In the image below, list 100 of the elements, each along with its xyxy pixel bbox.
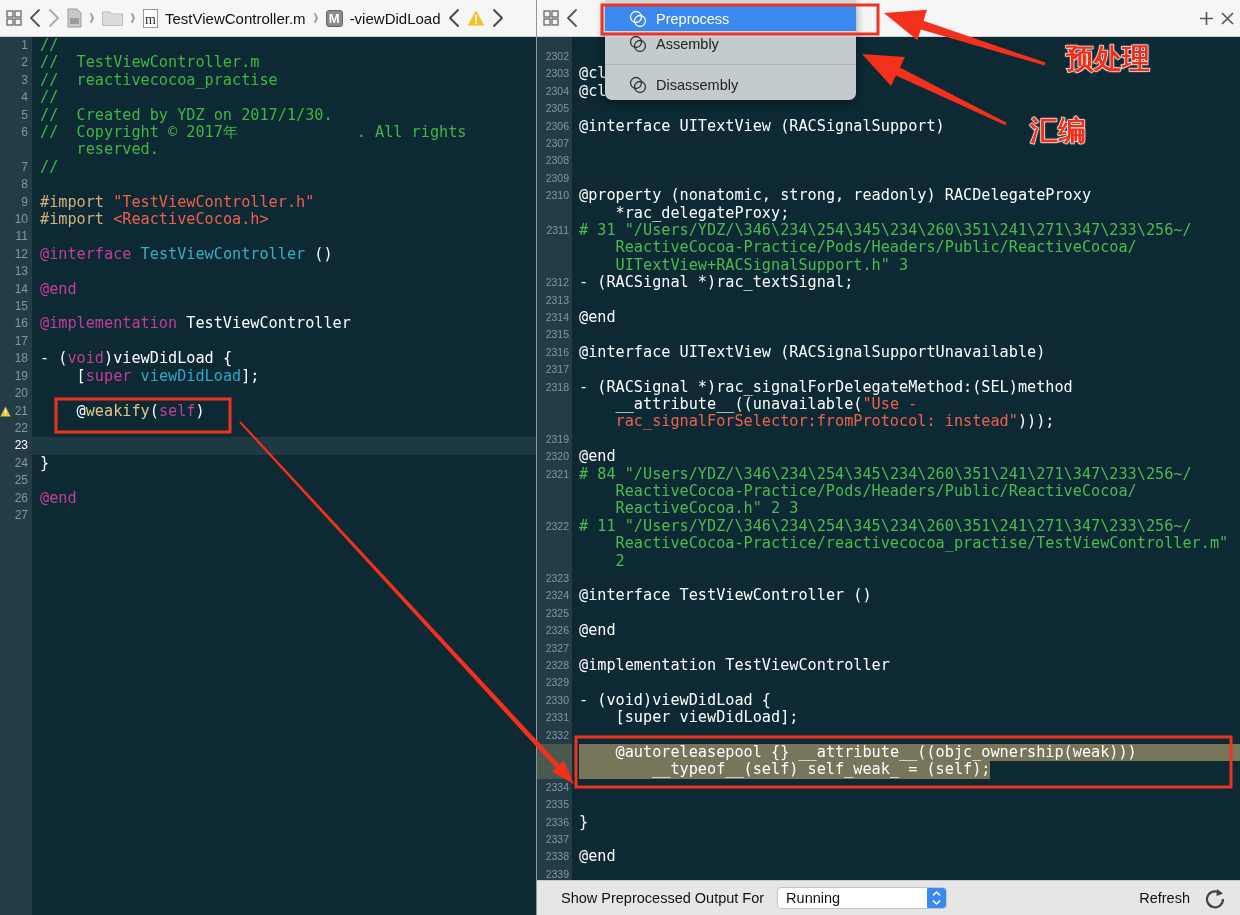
line-number: 2321 <box>545 466 569 482</box>
code-line: @implementation TestViewController <box>40 315 351 333</box>
line-number: 2324 <box>545 588 569 604</box>
line-number: 10 <box>14 211 28 229</box>
line-number: 2308 <box>545 153 569 169</box>
line-number: 2339 <box>545 866 569 880</box>
line-number: 2326 <box>545 623 569 639</box>
line-number: 18 <box>14 350 28 368</box>
code-line: ReactiveCocoa-Practice/Pods/Headers/Public/ReactiveCocoa/ <box>614 483 1137 501</box>
line-number: 2325 <box>545 605 569 621</box>
target-popup[interactable]: Running <box>777 887 948 909</box>
line-number: 24 <box>14 454 28 472</box>
code-line: # 11 "/Users/YDZ/\346\234\254\345\234\260\351\241\271\347\233\256~/ <box>579 517 1192 536</box>
line-number: 2332 <box>545 727 569 743</box>
line-number: 2307 <box>545 136 569 152</box>
code-line: #import <ReactiveCocoa.h> <box>40 211 269 229</box>
code-line: rac_signalForSelector:fromProtocol: instead"))); <box>614 413 1055 431</box>
code-line: - (void)viewDidLoad { <box>579 691 772 710</box>
file-icon[interactable]: m <box>143 8 158 28</box>
annotation-label: 预处理 <box>1066 41 1150 77</box>
code-line: @end <box>579 848 616 866</box>
line-number: 2335 <box>545 797 569 813</box>
code-line: # 84 "/Users/YDZ/\346\234\254\345\234\260\351\241\271\347\233\256~/ <box>579 465 1192 483</box>
menu-item[interactable]: Assembly <box>605 31 856 56</box>
line-number: 2304 <box>545 83 569 99</box>
line-number: 2302 <box>545 49 569 64</box>
line-number: 2310 <box>545 188 569 204</box>
line-number: 2328 <box>545 658 569 673</box>
code-line: } <box>40 454 50 473</box>
code-line: ReactiveCocoa-Practice/reactivecocoa_practise/TestViewController.m" <box>614 535 1229 553</box>
line-number: 2327 <box>545 640 569 656</box>
line-number: 25 <box>14 472 28 490</box>
code-line: @interface TestViewController () <box>579 587 872 605</box>
code-line: @end <box>579 622 616 640</box>
line-number: 2338 <box>545 849 569 865</box>
menu-item[interactable]: Preprocess <box>605 6 856 31</box>
line-number: 19 <box>14 367 28 385</box>
code-line: // <box>40 89 59 107</box>
code-line: *rac_delegateProxy; <box>614 204 790 223</box>
line-number: 2323 <box>545 570 569 586</box>
line-number: 27 <box>14 506 28 524</box>
code-line: [super viewDidLoad]; <box>614 709 799 727</box>
line-number: 13 <box>14 263 28 281</box>
code-line: reserved. <box>75 141 159 159</box>
code-line: @weakify(self) <box>75 402 205 420</box>
jump-bar-item[interactable]: -viewDidLoad <box>349 9 441 27</box>
code-line: } <box>579 813 589 831</box>
line-number: 2312 <box>545 275 569 291</box>
code-line: @property (nonatomic, strong, readonly) RACDelegateProxy <box>579 187 1092 205</box>
line-number: 2315 <box>545 327 569 343</box>
line-number: 2320 <box>545 449 569 465</box>
jump-bar-item[interactable]: TestViewController.m <box>165 9 306 27</box>
line-number: 2319 <box>545 431 569 447</box>
code-line: 2 <box>614 552 625 570</box>
line-number: 16 <box>14 315 28 333</box>
line-number: 6 <box>21 124 28 142</box>
menu-item[interactable]: Disassembly <box>605 72 856 97</box>
line-number: 2318 <box>545 379 569 395</box>
line-number: 2316 <box>545 344 569 360</box>
refresh-button[interactable]: Refresh <box>1139 890 1190 906</box>
line-number: 2311 <box>546 223 569 239</box>
line-number: 7 <box>21 158 28 176</box>
code-line: #import "TestViewController.h" <box>40 193 315 211</box>
line-number: 5 <box>21 106 28 124</box>
code-line: @end <box>579 309 616 327</box>
line-number: 8 <box>21 176 28 194</box>
line-number: 26 <box>14 489 28 507</box>
line-number: 12 <box>14 245 28 263</box>
line-number: 21 <box>14 402 28 420</box>
line-number: 20 <box>14 385 28 403</box>
line-number: 17 <box>14 332 28 350</box>
line-number: 23 <box>14 437 28 455</box>
line-number: 2309 <box>545 170 569 186</box>
code-line: // <box>40 37 59 55</box>
line-number: 2334 <box>545 779 569 795</box>
line-number: 2331 <box>545 710 569 726</box>
code-line: @cl <box>579 82 607 101</box>
line-number: 2305 <box>545 101 569 117</box>
line-number: 2330 <box>545 692 569 708</box>
code-line: // <box>40 158 59 177</box>
code-line: ReactiveCocoa.h" 2 3 <box>614 500 799 518</box>
line-number: 4 <box>21 89 28 107</box>
line-number: 11 <box>15 228 28 246</box>
line-number: 3 <box>21 71 28 89</box>
line-number: 2313 <box>545 292 569 308</box>
annotation-label: 汇编 <box>1030 113 1086 149</box>
code-line: # 31 "/Users/YDZ/\346\234\254\345\234\260\351\241\271\347\233\256~/ <box>579 222 1192 240</box>
code-line: __attribute__((unavailable("Use - <box>614 396 918 414</box>
code-line: // reactivecocoa_practise <box>40 71 278 90</box>
line-number: 1 <box>21 37 28 54</box>
code-line: @cl <box>579 65 607 83</box>
output-label: Show Preprocessed Output For <box>561 890 765 906</box>
line-number: 9 <box>21 193 28 211</box>
line-number: 2303 <box>545 66 569 82</box>
line-number: 2314 <box>545 310 569 325</box>
code-line: - (RACSignal *)rac_textSignal; <box>579 274 854 292</box>
line-number: 15 <box>14 298 28 316</box>
line-number: 2329 <box>545 675 569 691</box>
code-line: // Created by YDZ on 2017/1/30. <box>40 106 333 124</box>
line-number: 2337 <box>545 832 569 848</box>
